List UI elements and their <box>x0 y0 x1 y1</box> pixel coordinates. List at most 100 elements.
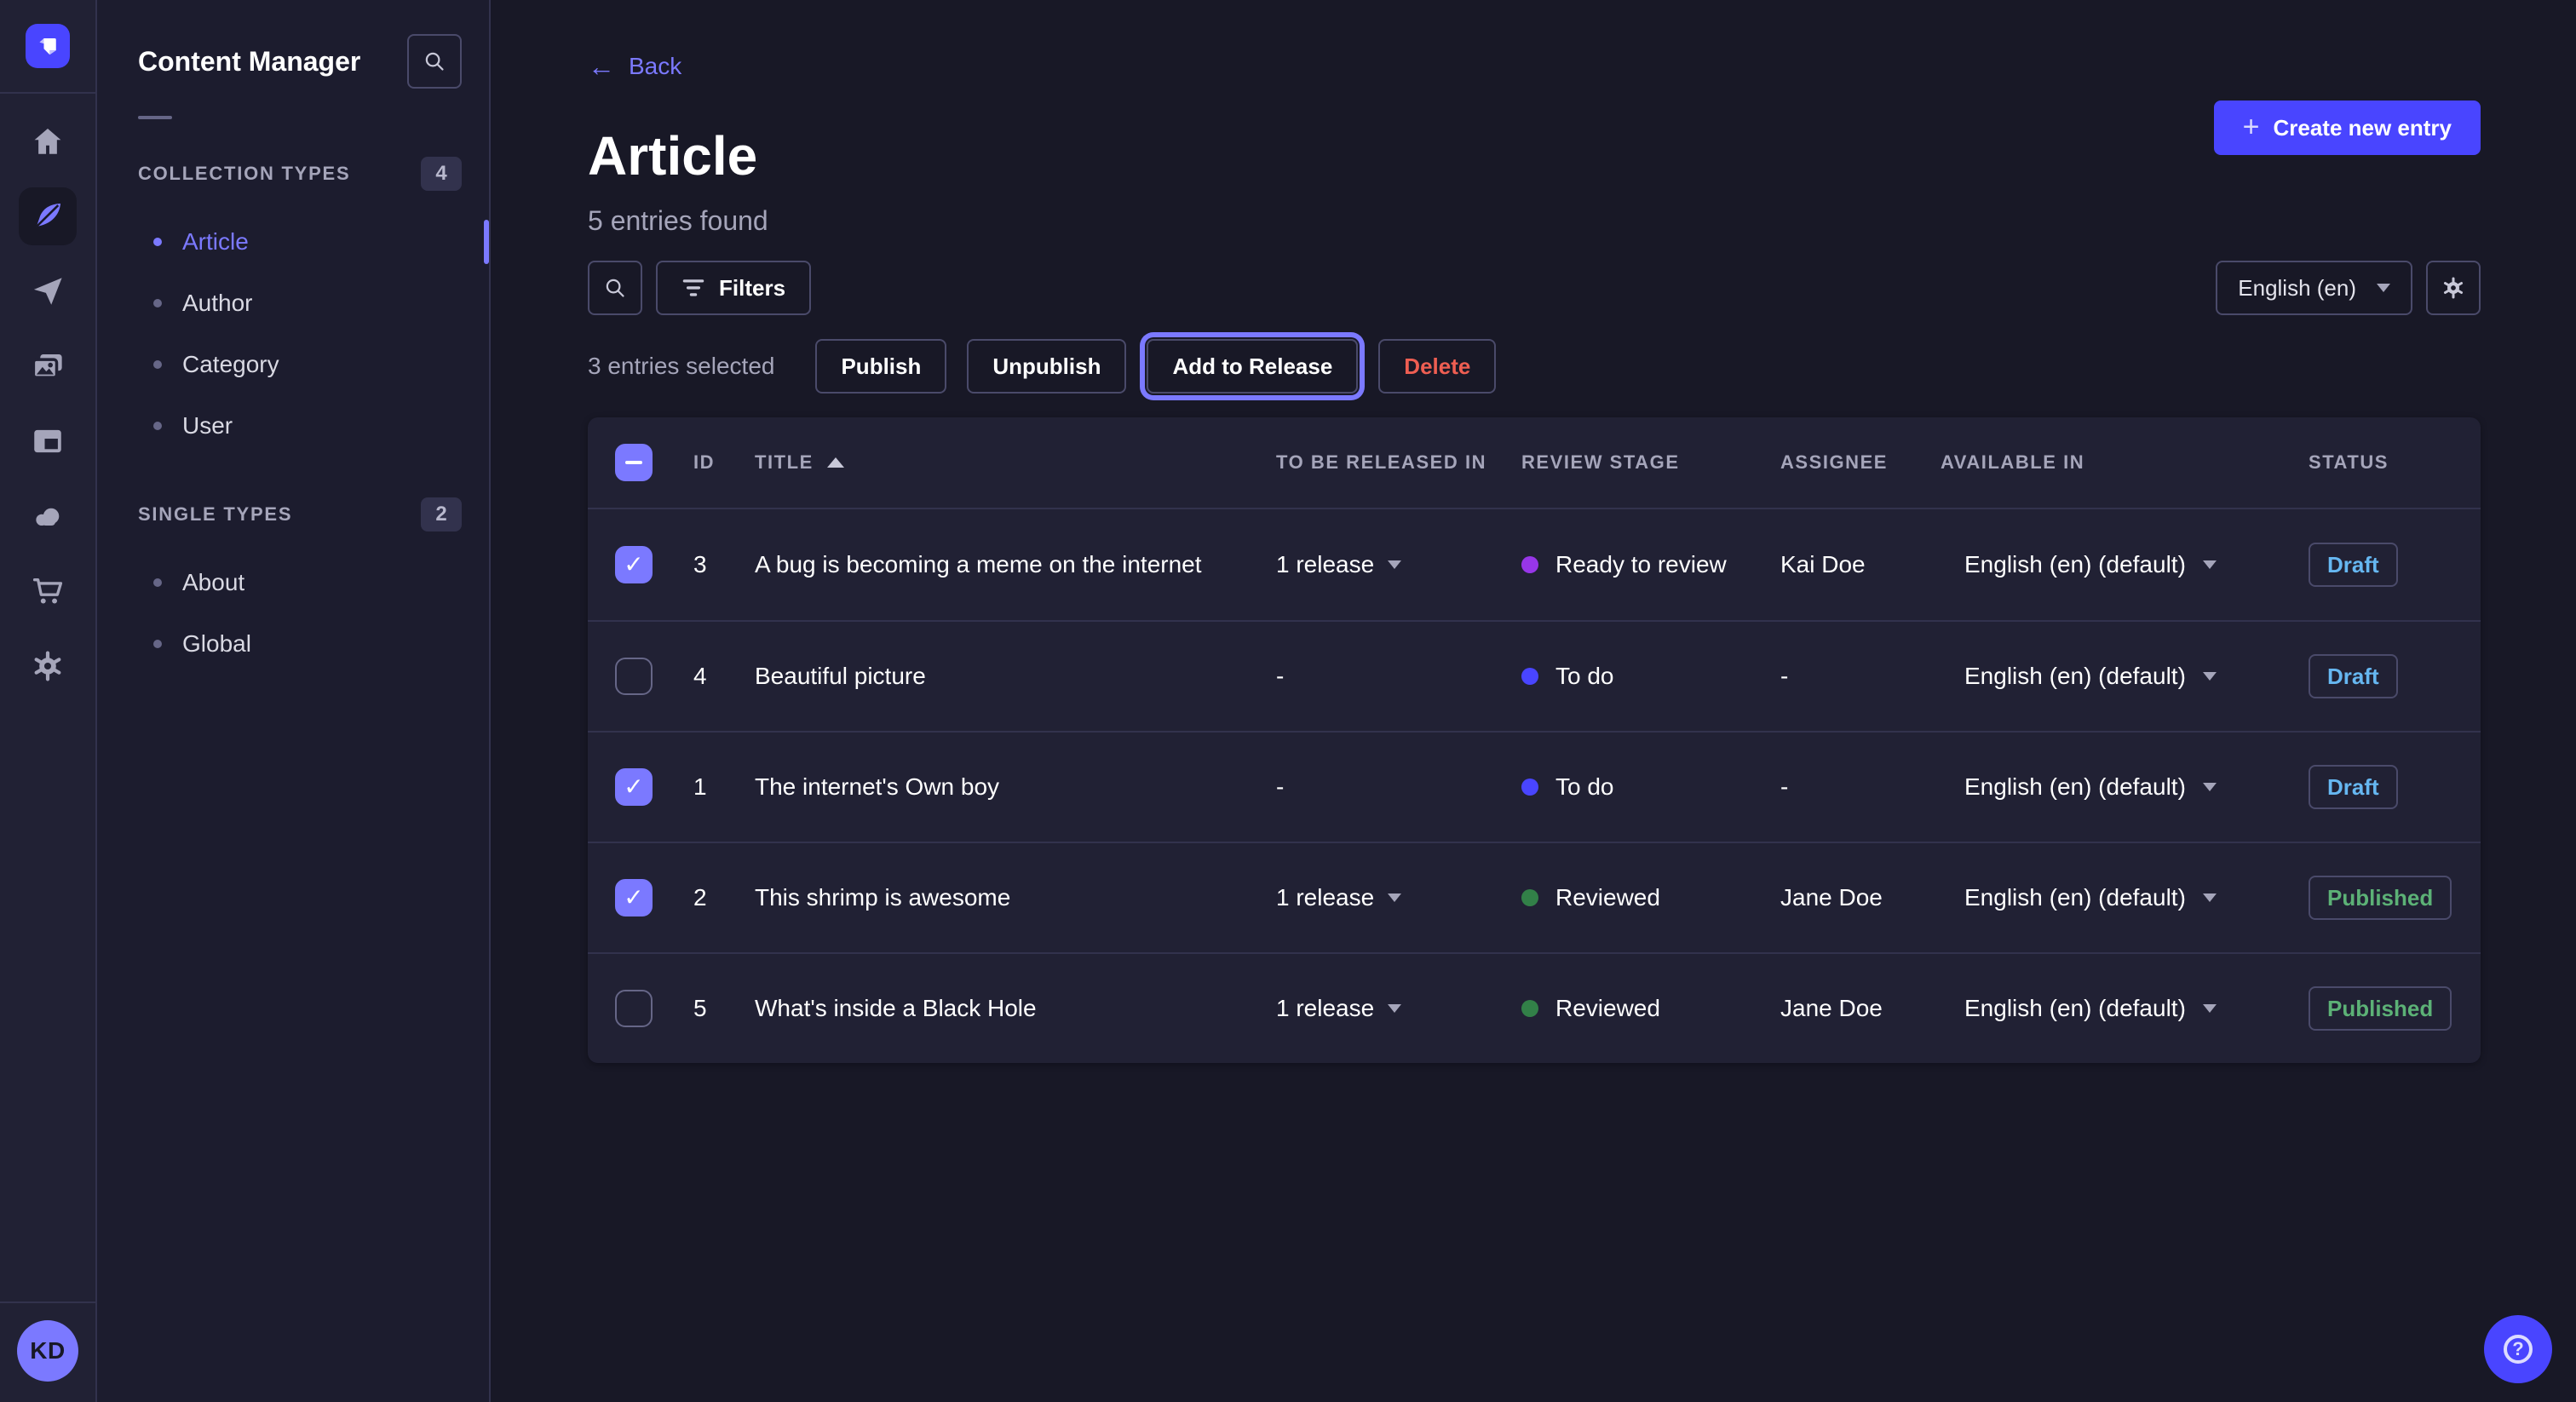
bullet-icon <box>153 578 162 587</box>
row-checkbox[interactable] <box>615 546 653 583</box>
table-search-button[interactable] <box>588 261 642 315</box>
unpublish-button[interactable]: Unpublish <box>967 339 1126 394</box>
cell-review-stage: Reviewed <box>1521 884 1780 911</box>
table-header-row: IDTITLETO BE RELEASED INREVIEW STAGEASSI… <box>588 417 2481 509</box>
table-row[interactable]: 4 Beautiful picture - To do - English (e… <box>588 620 2481 731</box>
back-link[interactable]: ← Back <box>588 53 681 80</box>
cell-available-in[interactable]: English (en) (default) <box>1941 995 2309 1022</box>
feather-icon <box>30 198 66 234</box>
cell-available-in[interactable]: English (en) (default) <box>1941 884 2309 911</box>
layout-icon <box>30 423 66 459</box>
rail-item-cart-icon[interactable] <box>19 562 77 620</box>
sidebar-item-article[interactable]: Article <box>138 211 462 273</box>
gear-icon <box>2441 275 2466 301</box>
sidebar-item-user[interactable]: User <box>138 395 462 457</box>
rail-item-paper-plane-icon[interactable] <box>19 262 77 320</box>
rail-item-home-icon[interactable] <box>19 112 77 170</box>
list-toolbar: Filters English (en) <box>588 261 2481 315</box>
row-checkbox[interactable] <box>615 879 653 916</box>
table-row[interactable]: 3 A bug is becoming a meme on the intern… <box>588 509 2481 620</box>
sidebar-item-label: Global <box>182 630 251 658</box>
selection-bar: 3 entries selected Publish Unpublish Add… <box>588 339 2481 394</box>
sidebar-item-author[interactable]: Author <box>138 273 462 334</box>
add-to-release-button[interactable]: Add to Release <box>1147 339 1358 394</box>
table-row[interactable]: 1 The internet's Own boy - To do - Engli… <box>588 731 2481 842</box>
cell-status: Draft <box>2309 654 2453 698</box>
column-header-title[interactable]: TITLE <box>755 451 1276 474</box>
cell-to-be-released-in[interactable]: - <box>1276 663 1521 690</box>
view-settings-button[interactable] <box>2426 261 2481 315</box>
row-checkbox[interactable] <box>615 768 653 806</box>
row-checkbox[interactable] <box>615 658 653 695</box>
rail-item-layout-icon[interactable] <box>19 412 77 470</box>
sidebar-item-global[interactable]: Global <box>138 613 462 675</box>
rail-item-gear-icon[interactable] <box>19 637 77 695</box>
cell-to-be-released-in[interactable]: 1 release <box>1276 884 1521 911</box>
table-row[interactable]: 5 What's inside a Black Hole 1 release R… <box>588 952 2481 1063</box>
cell-assignee: - <box>1780 663 1941 690</box>
rail-item-media-library-icon[interactable] <box>19 337 77 395</box>
cell-available-in[interactable]: English (en) (default) <box>1941 773 2309 801</box>
strapi-logo[interactable] <box>26 24 70 68</box>
stage-dot-icon <box>1521 779 1538 796</box>
column-header-to-be-released-in: TO BE RELEASED IN <box>1276 451 1521 474</box>
locale-selected-value: English (en) <box>2238 275 2356 302</box>
locale-select[interactable]: English (en) <box>2216 261 2412 315</box>
sidebar-title: Content Manager <box>138 46 360 78</box>
main-content: ← Back Article 5 entries found + Create … <box>491 0 2576 1402</box>
delete-button[interactable]: Delete <box>1378 339 1496 394</box>
cell-to-be-released-in[interactable]: - <box>1276 773 1521 801</box>
user-avatar[interactable]: KD <box>17 1320 78 1382</box>
cell-title: The internet's Own boy <box>755 773 1276 801</box>
chevron-down-icon <box>2203 783 2217 791</box>
cell-to-be-released-in[interactable]: 1 release <box>1276 995 1521 1022</box>
help-button[interactable]: ? <box>2484 1315 2552 1383</box>
cell-status: Draft <box>2309 765 2453 809</box>
gear-icon <box>30 648 66 684</box>
sidebar-item-category[interactable]: Category <box>138 334 462 395</box>
column-header-status: STATUS <box>2309 451 2453 474</box>
cell-status: Draft <box>2309 543 2453 587</box>
entries-count: 5 entries found <box>588 205 2481 237</box>
cell-review-stage: To do <box>1521 663 1780 690</box>
stage-dot-icon <box>1521 668 1538 685</box>
content-manager-sidebar: Content Manager COLLECTION TYPES 4 Artic… <box>97 0 491 1402</box>
rail-item-feather-icon[interactable] <box>19 187 77 245</box>
status-badge: Draft <box>2309 765 2398 809</box>
filters-label: Filters <box>719 275 785 302</box>
column-header-assignee: ASSIGNEE <box>1780 451 1941 474</box>
search-icon <box>602 275 628 301</box>
row-checkbox[interactable] <box>615 990 653 1027</box>
chevron-down-icon <box>1388 1004 1401 1013</box>
table-row[interactable]: 2 This shrimp is awesome 1 release Revie… <box>588 842 2481 952</box>
select-all-checkbox[interactable] <box>615 444 653 481</box>
cell-id: 4 <box>693 663 755 690</box>
back-label: Back <box>629 53 681 80</box>
publish-button[interactable]: Publish <box>815 339 946 394</box>
cell-review-stage: To do <box>1521 773 1780 801</box>
section-label: COLLECTION TYPES <box>138 163 350 185</box>
create-new-entry-button[interactable]: + Create new entry <box>2214 101 2481 155</box>
cell-available-in[interactable]: English (en) (default) <box>1941 663 2309 690</box>
paper-plane-icon <box>30 273 66 309</box>
sidebar-item-about[interactable]: About <box>138 552 462 613</box>
rail-divider <box>0 92 95 94</box>
chevron-down-icon <box>2203 672 2217 681</box>
cloud-icon <box>30 498 66 534</box>
sidebar-section: SINGLE TYPES 2 About Global <box>138 497 462 675</box>
sort-ascending-icon <box>827 457 844 468</box>
cell-available-in[interactable]: English (en) (default) <box>1941 551 2309 578</box>
cell-to-be-released-in[interactable]: 1 release <box>1276 551 1521 578</box>
plus-icon: + <box>2243 112 2260 141</box>
create-new-entry-label: Create new entry <box>2273 115 2452 141</box>
rail-item-cloud-icon[interactable] <box>19 487 77 545</box>
media-library-icon <box>30 348 66 384</box>
stage-dot-icon <box>1521 556 1538 573</box>
column-header-id: ID <box>693 451 755 474</box>
cart-icon <box>30 573 66 609</box>
page-title: Article <box>588 124 2481 188</box>
sidebar-search-button[interactable] <box>407 34 462 89</box>
cell-assignee: Jane Doe <box>1780 884 1941 911</box>
filters-button[interactable]: Filters <box>656 261 811 315</box>
rail-bottom-divider <box>0 1301 95 1303</box>
